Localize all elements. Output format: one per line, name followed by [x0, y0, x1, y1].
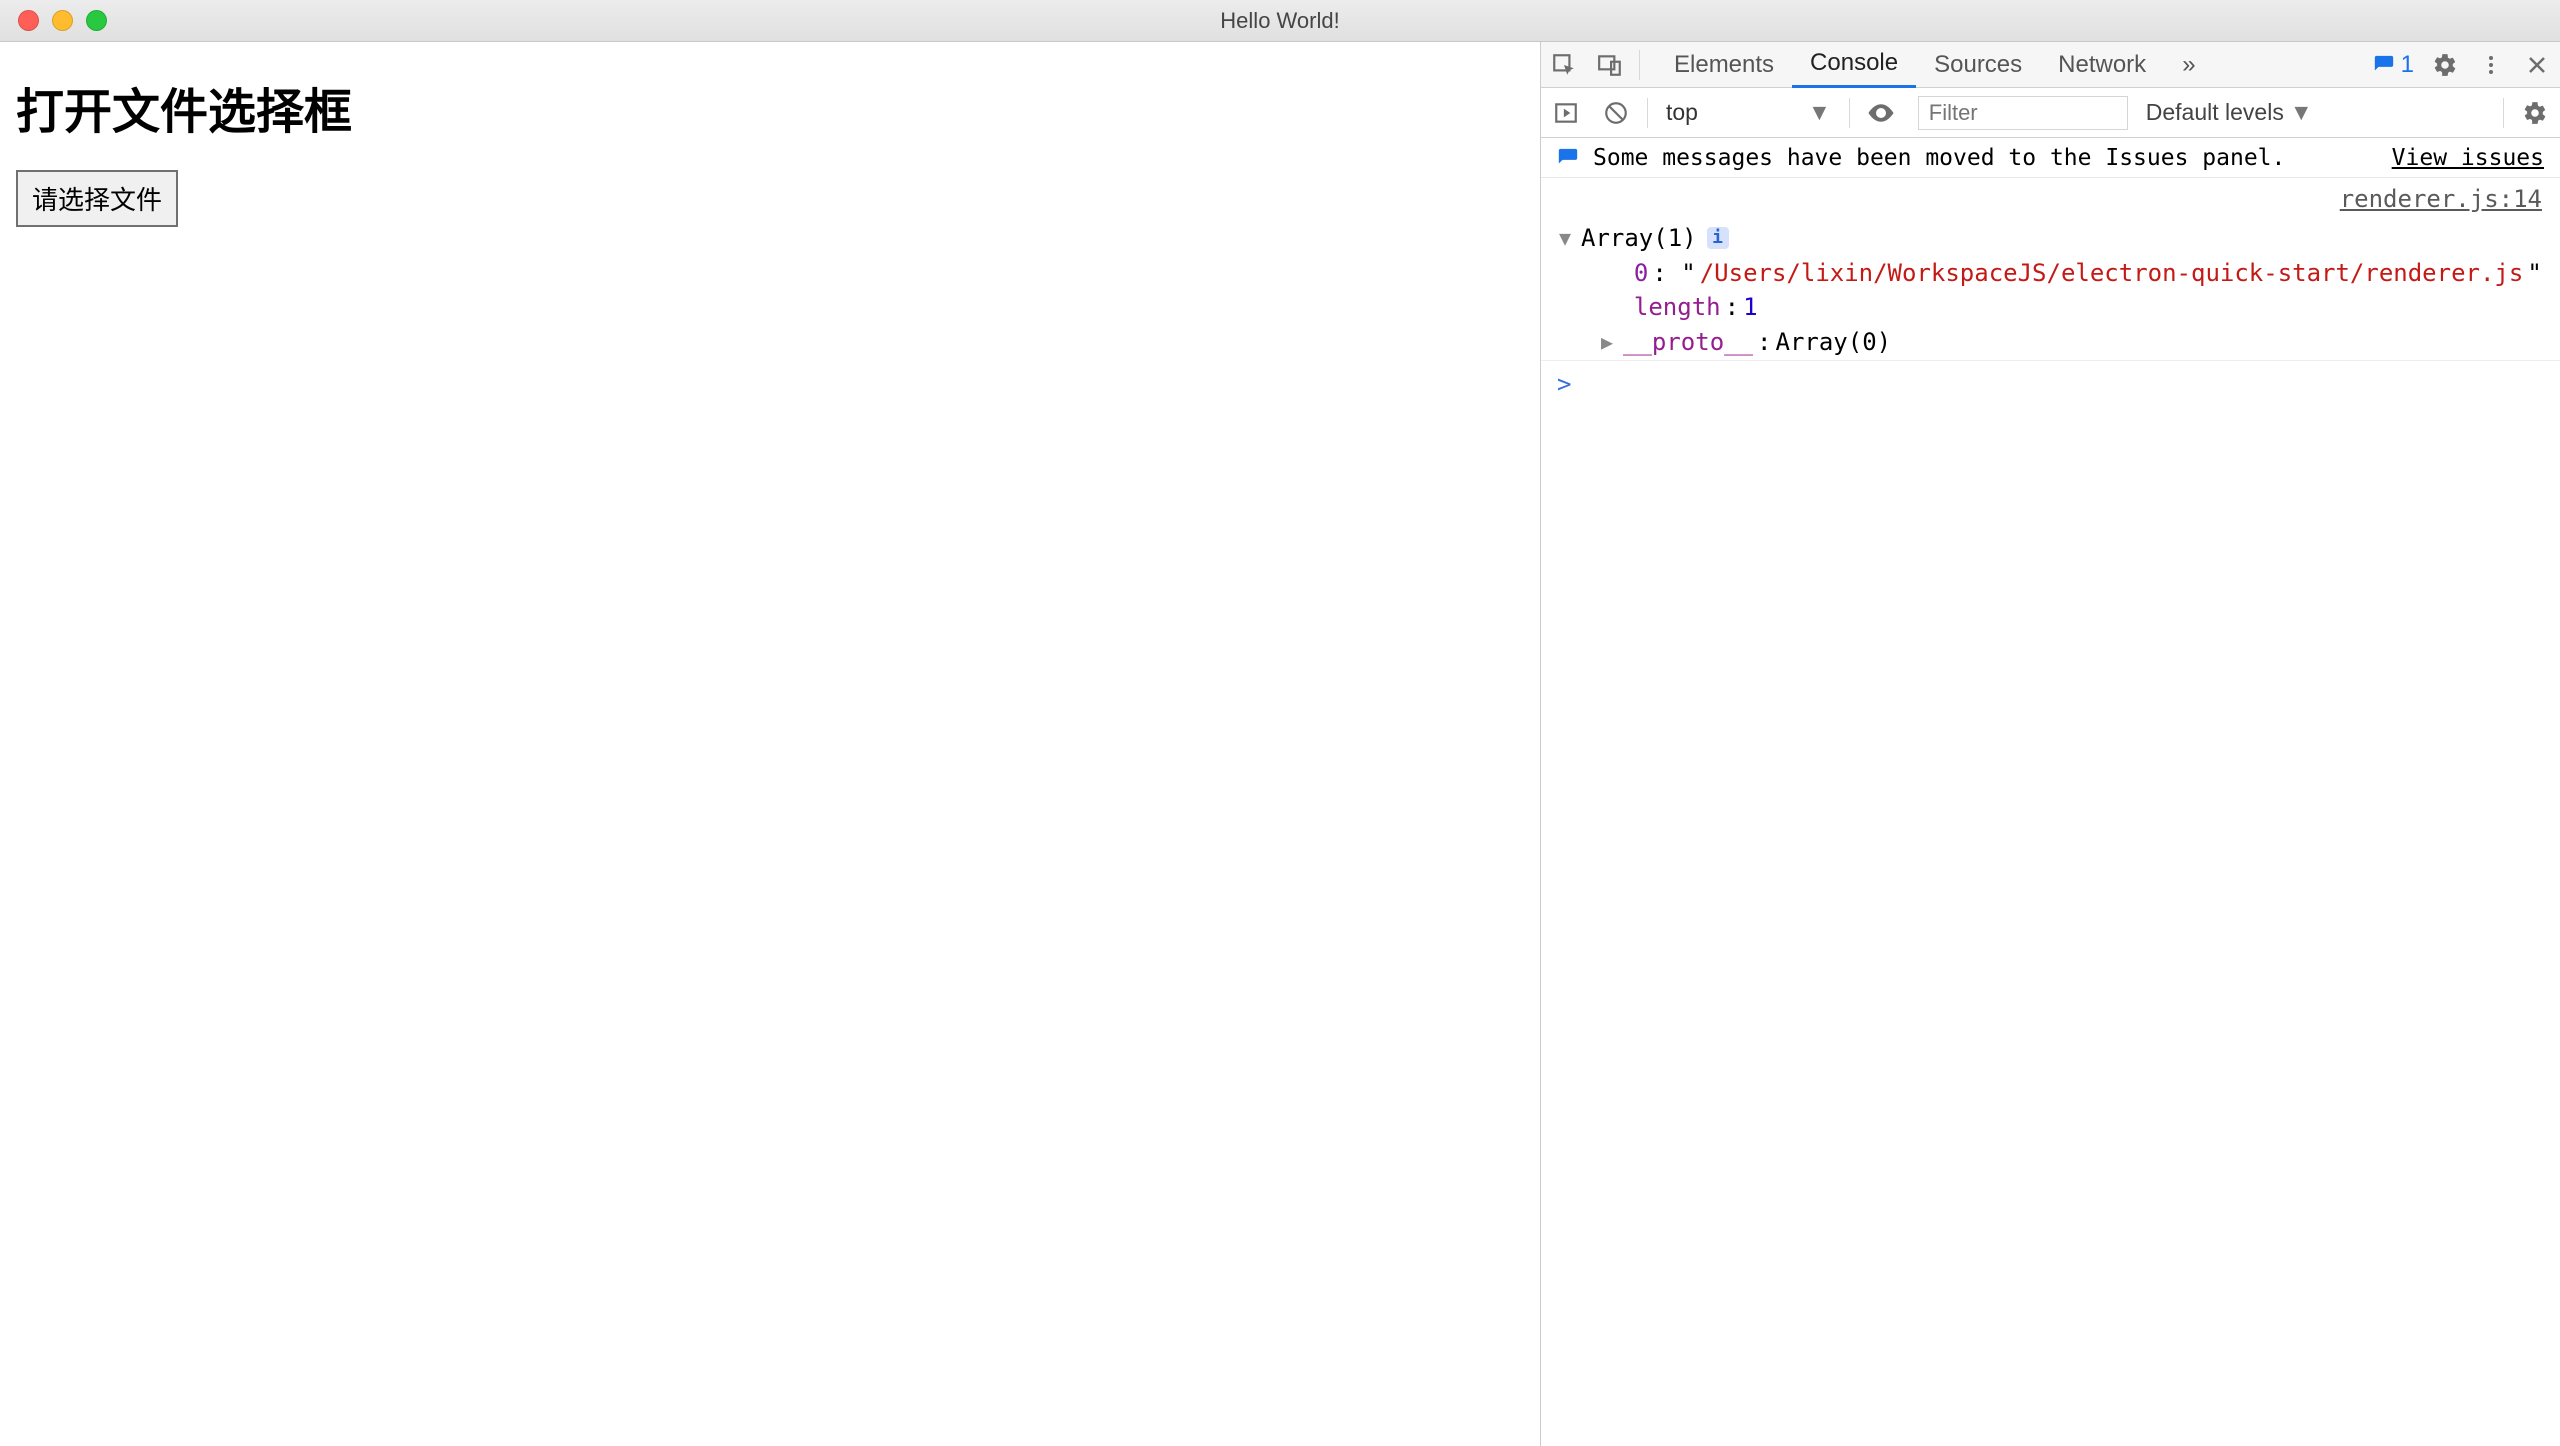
maximize-window-button[interactable] [86, 10, 107, 31]
issues-count: 1 [2401, 51, 2414, 79]
array-summary: Array(1) [1581, 221, 1697, 256]
separator [2503, 98, 2504, 128]
chevron-down-icon: ▼ [1808, 99, 1831, 126]
minimize-window-button[interactable] [52, 10, 73, 31]
context-value: top [1666, 99, 1698, 126]
issues-message: Some messages have been moved to the Iss… [1593, 145, 2285, 171]
context-selector[interactable]: top ▼ [1654, 99, 1843, 126]
clear-console-icon[interactable] [1591, 88, 1641, 138]
proto-value: Array(0) [1776, 325, 1892, 360]
length-value: 1 [1743, 290, 1757, 325]
log-levels-label: Default levels [2146, 99, 2284, 126]
console-prompt[interactable]: > [1541, 360, 2560, 408]
close-window-button[interactable] [18, 10, 39, 31]
filter-input[interactable] [1918, 96, 2128, 130]
device-toggle-icon[interactable] [1587, 42, 1633, 88]
toggle-sidebar-icon[interactable] [1541, 88, 1591, 138]
window-title: Hello World! [1220, 8, 1339, 34]
log-levels-selector[interactable]: Default levels ▼ [2146, 99, 2313, 126]
info-badge-icon[interactable]: i [1707, 227, 1729, 249]
console-settings-gear-icon[interactable] [2510, 88, 2560, 138]
titlebar: Hello World! [0, 0, 2560, 42]
separator [1849, 98, 1850, 128]
window-controls [18, 10, 107, 31]
array-index-label: 0 [1634, 256, 1648, 291]
issues-notice: Some messages have been moved to the Iss… [1541, 138, 2560, 178]
proto-label: __proto__ [1623, 325, 1753, 360]
length-label: length [1634, 290, 1721, 325]
page-content: 打开文件选择框 请选择文件 [0, 42, 1540, 1446]
tab-more[interactable]: » [2164, 42, 2213, 88]
devtools-tabbar: Elements Console Sources Network » 1 [1541, 42, 2560, 88]
array-item-value: /Users/lixin/WorkspaceJS/electron-quick-… [1700, 256, 2524, 291]
message-icon [1557, 147, 1579, 169]
close-devtools-icon[interactable] [2514, 42, 2560, 88]
inspect-element-icon[interactable] [1541, 42, 1587, 88]
tab-console[interactable]: Console [1792, 42, 1916, 88]
page-heading: 打开文件选择框 [16, 72, 1524, 142]
disclosure-triangle-right-icon[interactable]: ▶ [1601, 328, 1619, 357]
disclosure-triangle-down-icon[interactable]: ▼ [1559, 224, 1577, 253]
devtools-tabs: Elements Console Sources Network » [1656, 42, 2214, 88]
prompt-chevron-icon: > [1557, 370, 1571, 398]
console-entry[interactable]: ▼ Array(1) i 0: "/Users/lixin/WorkspaceJ… [1541, 221, 2560, 360]
window-body: 打开文件选择框 请选择文件 Elements Console Sources N… [0, 42, 2560, 1446]
view-issues-link[interactable]: View issues [2392, 145, 2544, 171]
console-output: renderer.js:14 ▼ Array(1) i 0: "/Users/l… [1541, 178, 2560, 1446]
console-toolbar: top ▼ Default levels ▼ [1541, 88, 2560, 138]
separator [1647, 98, 1648, 128]
source-link[interactable]: renderer.js:14 [1541, 178, 2560, 221]
choose-file-button[interactable]: 请选择文件 [16, 170, 178, 227]
tab-elements[interactable]: Elements [1656, 42, 1792, 88]
devtools-panel: Elements Console Sources Network » 1 [1540, 42, 2560, 1446]
separator [1639, 50, 1640, 80]
issues-badge[interactable]: 1 [2365, 51, 2422, 79]
settings-gear-icon[interactable] [2422, 42, 2468, 88]
kebab-menu-icon[interactable] [2468, 42, 2514, 88]
live-expression-icon[interactable] [1856, 88, 1906, 138]
app-window: Hello World! 打开文件选择框 请选择文件 Elements Cons… [0, 0, 2560, 1446]
tab-sources[interactable]: Sources [1916, 42, 2040, 88]
chevron-down-icon: ▼ [2290, 99, 2313, 126]
tab-network[interactable]: Network [2040, 42, 2164, 88]
